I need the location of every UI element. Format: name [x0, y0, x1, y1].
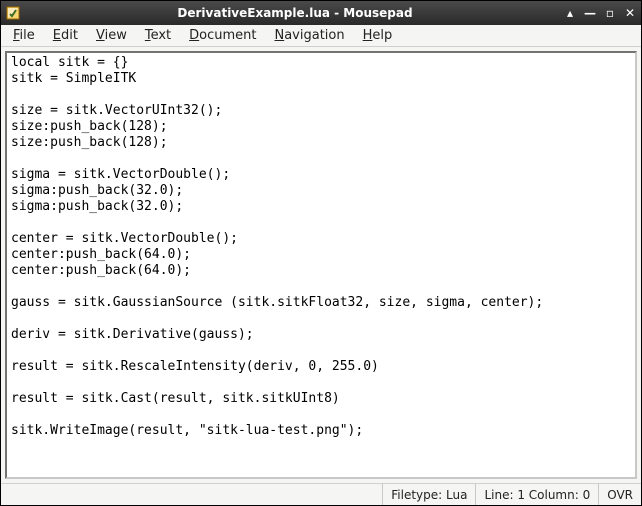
minimize-button[interactable]: — — [583, 6, 597, 20]
statusbar-spacer — [1, 484, 382, 505]
maximize-button[interactable]: ▫ — [603, 6, 617, 20]
rollup-button[interactable]: ▴ — [563, 6, 577, 20]
titlebar[interactable]: DerivativeExample.lua - Mousepad ▴ — ▫ ✕ — [1, 1, 641, 25]
statusbar: Filetype: Lua Line: 1 Column: 0 OVR — [1, 483, 641, 505]
app-icon — [5, 5, 21, 21]
content-wrap: local sitk = {} sitk = SimpleITK size = … — [1, 47, 641, 483]
status-position: Line: 1 Column: 0 — [475, 484, 598, 505]
window-controls: ▴ — ▫ ✕ — [563, 6, 637, 20]
menu-text[interactable]: Text — [139, 26, 177, 45]
window-title: DerivativeExample.lua - Mousepad — [27, 6, 563, 20]
close-button[interactable]: ✕ — [623, 6, 637, 20]
menu-navigation[interactable]: Navigation — [268, 26, 350, 45]
menubar: File Edit View Text Document Navigation … — [1, 25, 641, 47]
menu-file[interactable]: File — [7, 26, 41, 45]
app-window: DerivativeExample.lua - Mousepad ▴ — ▫ ✕… — [0, 0, 642, 506]
menu-edit[interactable]: Edit — [47, 26, 84, 45]
menu-help[interactable]: Help — [357, 26, 399, 45]
status-filetype[interactable]: Filetype: Lua — [382, 484, 475, 505]
menu-document[interactable]: Document — [183, 26, 262, 45]
editor-textarea[interactable]: local sitk = {} sitk = SimpleITK size = … — [5, 51, 637, 479]
menu-view[interactable]: View — [90, 26, 133, 45]
status-mode[interactable]: OVR — [598, 484, 641, 505]
